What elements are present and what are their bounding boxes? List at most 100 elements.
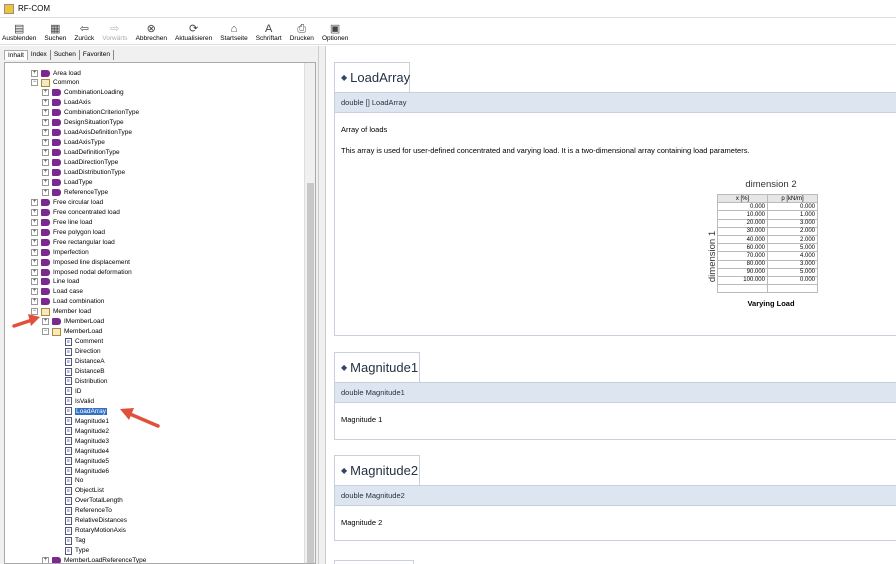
tree-item[interactable]: + Line load — [31, 277, 79, 287]
tree-item[interactable]: ≡ Magnitude4 — [55, 446, 109, 456]
expand-icon[interactable]: + — [42, 139, 49, 147]
tree-item-label: LoadType — [64, 178, 93, 186]
tree-item[interactable]: + IMemberLoad — [42, 317, 104, 327]
expand-icon[interactable]: + — [31, 228, 38, 236]
tree-item[interactable]: + CombinationCriterionType — [42, 108, 139, 118]
tree-item[interactable]: ≡ Magnitude2 — [55, 426, 109, 436]
tree-item[interactable]: + Imperfection — [31, 247, 89, 257]
tree-item[interactable]: + Area load — [31, 68, 81, 78]
tree-item[interactable]: ≡ Magnitude3 — [55, 436, 109, 446]
scrollbar-thumb[interactable] — [307, 183, 314, 563]
collapse-icon[interactable]: − — [42, 328, 49, 336]
tree-item[interactable]: + LoadAxis — [42, 98, 91, 108]
expand-icon[interactable]: + — [31, 268, 38, 276]
tree-item[interactable]: + Free rectangular load — [31, 237, 115, 247]
tab-suchen[interactable]: Suchen — [51, 50, 80, 60]
expand-icon[interactable]: + — [42, 159, 49, 167]
tree-item[interactable]: + ReferenceType — [42, 187, 108, 197]
tree-item[interactable]: + Free polygon load — [31, 227, 105, 237]
expand-icon[interactable]: + — [42, 109, 49, 117]
toolbar-button-suchen[interactable]: ▦ Suchen — [44, 18, 66, 44]
collapse-icon[interactable]: − — [31, 79, 38, 87]
expand-icon[interactable]: + — [31, 218, 38, 226]
tree-item[interactable]: ≡ Magnitude1 — [55, 416, 109, 426]
tree-item[interactable]: ≡ LoadArray — [55, 406, 107, 416]
expand-icon[interactable]: + — [42, 119, 49, 127]
tree-item[interactable]: − Common — [31, 78, 79, 88]
tree-item[interactable]: ≡ ID — [55, 386, 82, 396]
tree-scrollbar[interactable] — [304, 63, 315, 563]
tree-item[interactable]: ≡ No — [55, 476, 83, 486]
tree-item[interactable]: ≡ DistanceA — [55, 357, 105, 367]
toolbar-button-optionen[interactable]: ▣ Optionen — [322, 18, 348, 44]
tree-item[interactable]: ≡ Type — [55, 546, 89, 556]
expand-icon[interactable]: + — [42, 99, 49, 107]
tree-item[interactable]: + LoadDirectionType — [42, 158, 118, 168]
expand-icon[interactable]: + — [42, 178, 49, 186]
tree-item[interactable]: ≡ OverTotalLength — [55, 496, 123, 506]
tree-item[interactable]: ≡ ReferenceTo — [55, 506, 112, 516]
page-icon: ≡ — [65, 437, 72, 446]
toolbar-button-startseite[interactable]: ⌂ Startseite — [220, 18, 247, 44]
tree-item[interactable]: + LoadDefinitionType — [42, 148, 120, 158]
tab-inhalt[interactable]: Inhalt — [4, 50, 28, 60]
tree-item[interactable]: + LoadType — [42, 177, 93, 187]
title-text: Magnitude2 — [350, 463, 419, 478]
expand-icon[interactable]: + — [42, 188, 49, 196]
expand-icon[interactable]: + — [31, 258, 38, 266]
tree-item[interactable]: + Free concentrated load — [31, 207, 120, 217]
pane-splitter[interactable] — [318, 46, 326, 564]
tree-item[interactable]: ≡ Tag — [55, 536, 85, 546]
tab-favoriten[interactable]: Favoriten — [80, 50, 114, 60]
collapse-icon[interactable]: − — [31, 308, 38, 316]
expand-icon[interactable]: + — [31, 238, 38, 246]
toolbar-button-ausblenden[interactable]: ▤ Ausblenden — [2, 18, 36, 44]
tree-item[interactable]: ≡ DistanceB — [55, 367, 105, 377]
toolbar-button-abbrechen[interactable]: ⊗ Abbrechen — [136, 18, 167, 44]
expand-icon[interactable]: + — [31, 208, 38, 216]
tree-item[interactable]: ≡ Direction — [55, 347, 101, 357]
expand-icon[interactable]: + — [42, 169, 49, 176]
tree-item[interactable]: + MemberLoadReferenceType — [42, 556, 146, 563]
tree-item[interactable]: ≡ Distribution — [55, 376, 108, 386]
tree-item[interactable]: ≡ RotaryMotionAxis — [55, 526, 126, 536]
tree-item[interactable]: + DesignSituationType — [42, 118, 124, 128]
tab-index[interactable]: Index — [28, 50, 51, 60]
expand-icon[interactable]: + — [42, 557, 49, 563]
expand-icon[interactable]: + — [42, 129, 49, 137]
tree-item[interactable]: + LoadDistributionType — [42, 168, 125, 178]
expand-icon[interactable]: + — [31, 248, 38, 256]
toolbar-button-vorwärts[interactable]: ⇨ Vorwärts — [102, 18, 127, 44]
tree-item[interactable]: + Load case — [31, 287, 83, 297]
tree-item[interactable]: ≡ Magnitude5 — [55, 456, 109, 466]
toolbar-button-schriftart[interactable]: A Schriftart — [256, 18, 282, 44]
expand-icon[interactable]: + — [42, 89, 49, 97]
expand-icon[interactable]: + — [31, 298, 38, 306]
expand-icon[interactable]: + — [42, 149, 49, 157]
tree-item[interactable]: ≡ IsValid — [55, 396, 94, 406]
tree-item[interactable]: − MemberLoad — [42, 327, 102, 337]
tree-item[interactable]: + Free line load — [31, 217, 92, 227]
tree-item[interactable]: + Free circular load — [31, 197, 103, 207]
tree-item[interactable]: − Member load — [31, 307, 91, 317]
expand-icon[interactable]: + — [31, 69, 38, 77]
expand-icon[interactable]: + — [42, 318, 49, 326]
tree-item[interactable]: + Imposed nodal deformation — [31, 267, 132, 277]
tree-item-label: Load case — [53, 288, 83, 296]
tree-item[interactable]: ≡ ObjectList — [55, 486, 104, 496]
tree-item-label: IMemberLoad — [64, 318, 105, 326]
tree-item[interactable]: + Imposed line displacement — [31, 257, 130, 267]
toolbar-button-zurück[interactable]: ⇦ Zurück — [74, 18, 94, 44]
tree-item[interactable]: ≡ Magnitude6 — [55, 466, 109, 476]
tree-item[interactable]: + LoadAxisDefinitionType — [42, 128, 132, 138]
expand-icon[interactable]: + — [31, 198, 38, 206]
tree-item[interactable]: ≡ RelativeDistances — [55, 516, 127, 526]
expand-icon[interactable]: + — [31, 278, 38, 286]
toolbar-button-drucken[interactable]: ⎙ Drucken — [290, 18, 314, 44]
tree-item[interactable]: + LoadAxisType — [42, 138, 105, 148]
tree-item[interactable]: ≡ Comment — [55, 337, 103, 347]
tree-item[interactable]: + Load combination — [31, 297, 104, 307]
toolbar-button-aktualisieren[interactable]: ⟳ Aktualisieren — [175, 18, 212, 44]
tree-item[interactable]: + CombinationLoading — [42, 88, 124, 98]
expand-icon[interactable]: + — [31, 288, 38, 296]
